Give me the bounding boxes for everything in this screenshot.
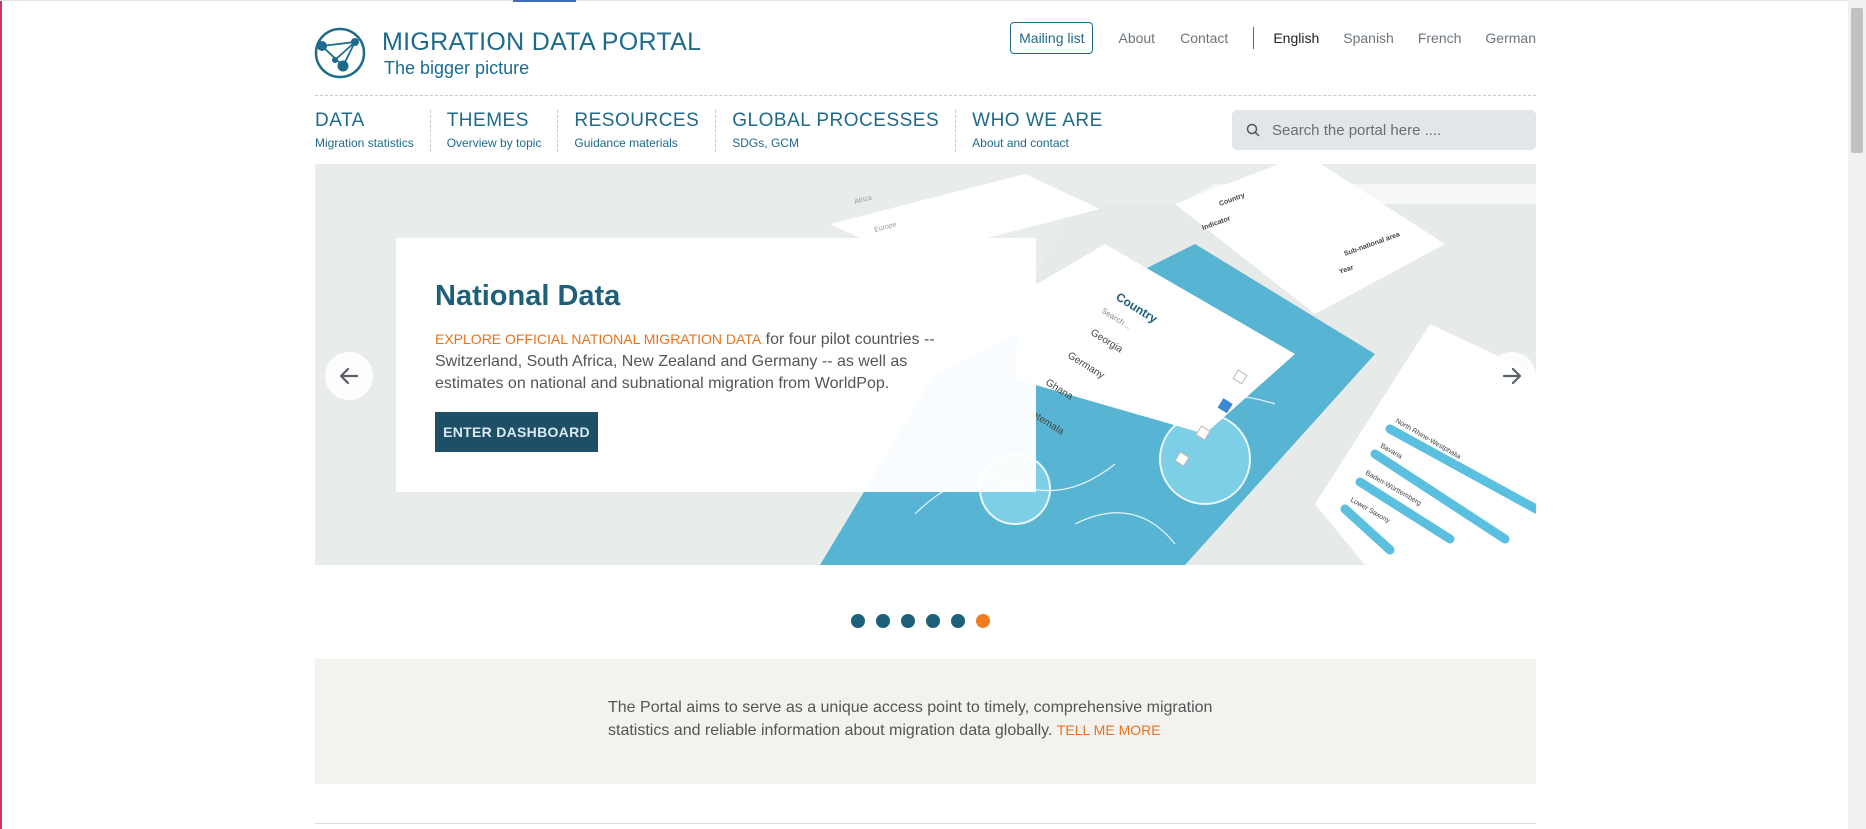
hero-card: National Data EXPLORE OFFICIAL NATIONAL … [396, 238, 1036, 492]
scrollbar-thumb[interactable] [1851, 8, 1863, 153]
nav-item-resources[interactable]: RESOURCES Guidance materials [574, 110, 717, 152]
top-navigation: Mailing list About Contact English Spani… [1010, 22, 1536, 54]
carousel-dot[interactable] [926, 614, 940, 628]
language-english[interactable]: English [1273, 30, 1319, 46]
carousel-dot[interactable] [951, 614, 965, 628]
carousel-dot[interactable] [976, 614, 990, 628]
search-box[interactable] [1232, 110, 1536, 150]
nav-item-subtitle: Migration statistics [315, 136, 414, 150]
about-section: The Portal aims to serve as a unique acc… [315, 659, 1536, 784]
nav-item-title: GLOBAL PROCESSES [732, 110, 940, 131]
nav-item-title: THEMES [446, 110, 529, 131]
svg-text:Africa: Africa [854, 195, 873, 206]
nav-item-who-we-are[interactable]: WHO WE ARE About and contact [972, 110, 1119, 152]
arrow-left-icon [339, 367, 359, 385]
carousel-dot[interactable] [901, 614, 915, 628]
nav-item-subtitle: SDGs, GCM [732, 136, 799, 150]
enter-dashboard-button[interactable]: ENTER DASHBOARD [435, 412, 598, 452]
language-german[interactable]: German [1485, 30, 1536, 46]
hero-title: National Data [435, 280, 621, 312]
arrow-right-icon [1502, 367, 1522, 385]
header-divider [315, 95, 1536, 96]
carousel-indicators [851, 614, 1001, 628]
page-container: MIGRATION DATA PORTAL The bigger picture… [314, 0, 1536, 829]
search-icon [1246, 123, 1260, 137]
tell-me-more-link[interactable]: TELL ME MORE [1057, 722, 1161, 738]
main-navigation: DATA Migration statistics THEMES Overvie… [315, 110, 1135, 152]
nav-item-subtitle: Overview by topic [446, 136, 542, 150]
nav-item-title: RESOURCES [574, 110, 700, 131]
hero-highlight-link[interactable]: EXPLORE OFFICIAL NATIONAL MIGRATION DATA [435, 331, 761, 347]
scrollbar[interactable] [1848, 0, 1866, 829]
hero-description: EXPLORE OFFICIAL NATIONAL MIGRATION DATA… [435, 328, 955, 395]
nav-item-subtitle: Guidance materials [574, 136, 678, 150]
section-divider [315, 823, 1536, 824]
carousel-next-button[interactable] [1488, 352, 1536, 400]
nav-item-subtitle: About and contact [972, 136, 1069, 150]
language-french[interactable]: French [1418, 30, 1462, 46]
nav-separator [1253, 27, 1255, 49]
nav-item-title: WHO WE ARE [972, 110, 1103, 131]
window-edge [0, 0, 2, 829]
contact-link[interactable]: Contact [1180, 30, 1228, 46]
search-input[interactable] [1270, 120, 1514, 140]
hero-carousel: Africa Europe Country Search ... Georgia… [315, 164, 1536, 565]
site-title[interactable]: MIGRATION DATA PORTAL [382, 28, 701, 57]
about-link[interactable]: About [1118, 30, 1155, 46]
site-tagline: The bigger picture [384, 58, 530, 78]
carousel-prev-button[interactable] [325, 352, 373, 400]
carousel-dot[interactable] [876, 614, 890, 628]
portal-logo-icon[interactable] [311, 24, 369, 82]
nav-item-themes[interactable]: THEMES Overview by topic [447, 110, 559, 152]
language-spanish[interactable]: Spanish [1343, 30, 1394, 46]
nav-item-title: DATA [315, 110, 365, 131]
nav-item-global-processes[interactable]: GLOBAL PROCESSES SDGs, GCM [732, 110, 957, 152]
nav-item-data[interactable]: DATA Migration statistics [315, 110, 431, 152]
mailing-list-button[interactable]: Mailing list [1010, 22, 1094, 54]
carousel-dot[interactable] [851, 614, 865, 628]
about-text-block: The Portal aims to serve as a unique acc… [608, 697, 1248, 742]
